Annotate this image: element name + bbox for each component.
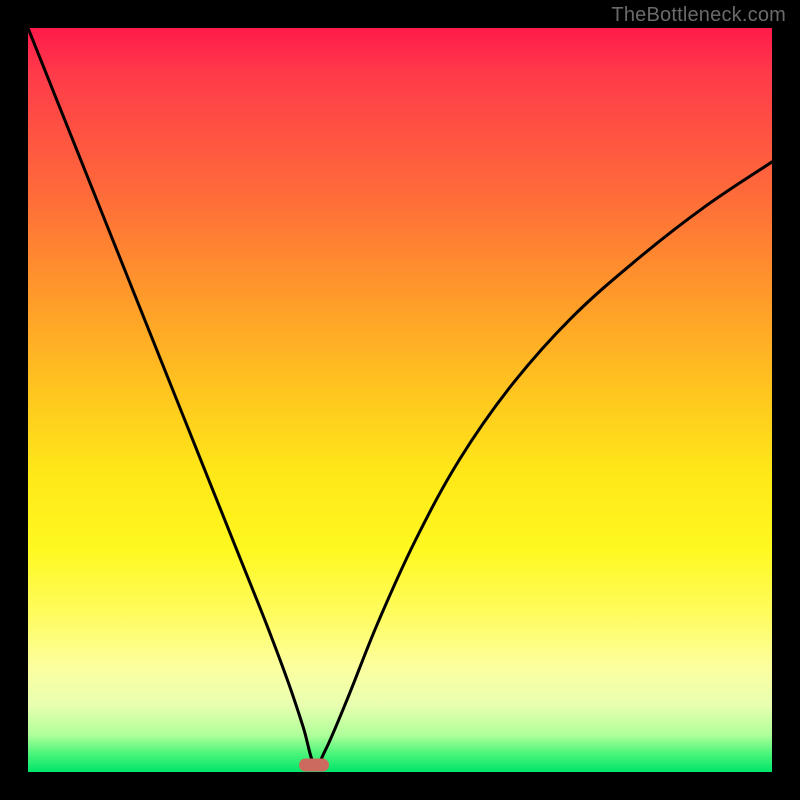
minimum-marker [299, 758, 329, 771]
bottleneck-curve [28, 28, 772, 766]
plot-area [28, 28, 772, 772]
watermark-text: TheBottleneck.com [611, 4, 786, 27]
curve-layer [28, 28, 772, 772]
chart-frame: TheBottleneck.com [0, 0, 800, 800]
